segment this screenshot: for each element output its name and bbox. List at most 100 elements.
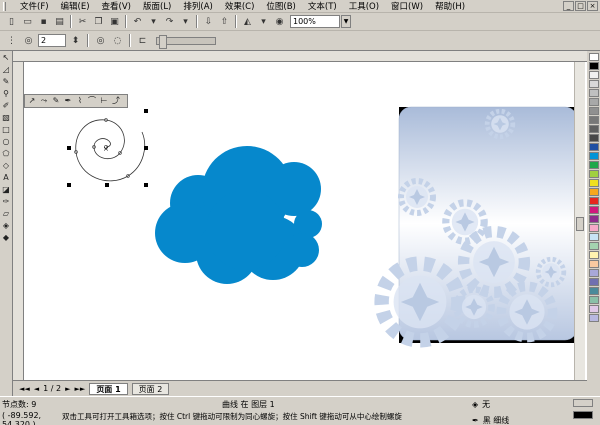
menu-help[interactable]: 帮助(H) [429, 0, 471, 12]
palette-swatch[interactable] [588, 53, 599, 61]
palette-swatch[interactable] [588, 179, 599, 187]
import-icon[interactable]: ⇩ [201, 14, 216, 29]
drawing-canvas[interactable]: × ↗ ⤳ ✎ ✒ ⌇ ⌒ ⊢ ⤴ [24, 62, 587, 380]
palette-swatch[interactable] [588, 296, 599, 304]
palette-swatch[interactable] [588, 161, 599, 169]
palette-swatch[interactable] [588, 278, 599, 286]
freehand-icon[interactable]: ↗ [27, 96, 37, 106]
knife-tool-icon[interactable]: ✎ [1, 77, 12, 87]
gradient-panel[interactable] [382, 106, 580, 343]
freehand-tool-icon[interactable]: ✐ [1, 101, 12, 111]
vertical-scrollbar[interactable] [574, 62, 585, 380]
outline-swatch[interactable] [573, 411, 593, 419]
spiral-object[interactable]: × [74, 118, 145, 182]
artistic-media-icon[interactable]: ✎ [51, 96, 61, 106]
palette-swatch[interactable] [588, 116, 599, 124]
eyedropper-tool-icon[interactable]: ✑ [1, 197, 12, 207]
close-button[interactable]: × [587, 1, 598, 11]
palette-swatch[interactable] [588, 62, 599, 70]
first-page-icon[interactable]: ◄◄ [19, 385, 30, 393]
undo-icon[interactable]: ↶ [130, 14, 145, 29]
palette-swatch[interactable] [588, 107, 599, 115]
menu-arrange[interactable]: 排列(A) [177, 0, 218, 12]
palette-swatch[interactable] [588, 98, 599, 106]
connector-icon[interactable]: ⤴ [111, 96, 121, 106]
last-page-icon[interactable]: ►► [75, 385, 86, 393]
pen-icon[interactable]: ✒ [63, 96, 73, 106]
palette-swatch[interactable] [588, 188, 599, 196]
palette-swatch[interactable] [588, 269, 599, 277]
palette-swatch[interactable] [588, 215, 599, 223]
minimize-button[interactable]: _ [563, 1, 574, 11]
spin-stepper-icon[interactable]: ⬍ [68, 33, 83, 48]
polygon-tool-icon[interactable]: ⬠ [1, 149, 12, 159]
menu-bitmaps[interactable]: 位图(B) [260, 0, 301, 12]
interactive-blend-tool-icon[interactable]: ◪ [1, 185, 12, 195]
tab-page-2[interactable]: 页面 2 [131, 382, 170, 395]
tab-page-1[interactable]: 页面 1 [89, 382, 128, 395]
outline-tool-icon[interactable]: ▱ [1, 209, 12, 219]
new-document-icon[interactable]: ▯ [4, 14, 19, 29]
open-folder-icon[interactable]: ▭ [20, 14, 35, 29]
menu-effects[interactable]: 效果(C) [219, 0, 261, 12]
vertical-ruler[interactable] [13, 62, 24, 380]
basic-shapes-tool-icon[interactable]: ◇ [1, 161, 12, 171]
menu-text[interactable]: 文本(T) [302, 0, 343, 12]
launcher-dropdown-icon[interactable]: ▾ [256, 14, 271, 29]
fill-indicator[interactable]: ◈ 无 [472, 399, 490, 410]
menu-file[interactable]: 文件(F) [14, 0, 55, 12]
palette-swatch[interactable] [588, 287, 599, 295]
paste-icon[interactable]: ▣ [107, 14, 122, 29]
zoom-dropdown-icon[interactable]: ▼ [341, 15, 351, 28]
corel-online-icon[interactable]: ◉ [272, 14, 287, 29]
restore-button[interactable]: □ [575, 1, 586, 11]
menubar-grip[interactable] [3, 2, 6, 11]
palette-swatch[interactable] [588, 152, 599, 160]
palette-swatch[interactable] [588, 305, 599, 313]
redo-icon[interactable]: ↷ [162, 14, 177, 29]
dimension-icon[interactable]: ⊢ [99, 96, 109, 106]
prev-page-icon[interactable]: ◄ [34, 385, 39, 393]
text-tool-icon[interactable]: A [1, 173, 12, 183]
print-icon[interactable]: ▤ [52, 14, 67, 29]
symmetrical-spiral-icon[interactable]: ◎ [93, 33, 108, 48]
save-icon[interactable]: ▪ [36, 14, 51, 29]
palette-swatch[interactable] [588, 71, 599, 79]
application-launcher-icon[interactable]: ◭ [240, 14, 255, 29]
three-point-curve-icon[interactable]: ⌒ [87, 96, 97, 106]
menu-window[interactable]: 窗口(W) [385, 0, 429, 12]
export-icon[interactable]: ⇧ [217, 14, 232, 29]
zoom-tool-icon[interactable]: ⚲ [1, 89, 12, 99]
shape-tool-icon[interactable]: ◿ [1, 65, 12, 75]
zoom-level-field[interactable]: 100% [290, 15, 340, 28]
smart-fill-tool-icon[interactable]: ▧ [1, 113, 12, 123]
menu-edit[interactable]: 编辑(E) [55, 0, 96, 12]
bezier-icon[interactable]: ⤳ [39, 96, 49, 106]
palette-swatch[interactable] [588, 134, 599, 142]
spiral-expansion-slider[interactable] [156, 34, 216, 49]
palette-swatch[interactable] [588, 233, 599, 241]
palette-swatch[interactable] [588, 80, 599, 88]
palette-swatch[interactable] [588, 89, 599, 97]
copy-icon[interactable]: ❐ [91, 14, 106, 29]
palette-swatch[interactable] [588, 224, 599, 232]
redo-dropdown-icon[interactable]: ▾ [178, 14, 193, 29]
fill-tool-icon[interactable]: ◈ [1, 221, 12, 231]
palette-swatch[interactable] [588, 143, 599, 151]
logarithmic-spiral-icon[interactable]: ◌ [110, 33, 125, 48]
cut-icon[interactable]: ✂ [75, 14, 90, 29]
interactive-fill-tool-icon[interactable]: ◆ [1, 233, 12, 243]
outline-indicator[interactable]: ✒ 黑 细线 [472, 411, 509, 425]
menu-layout[interactable]: 版面(L) [137, 0, 177, 12]
palette-swatch[interactable] [588, 197, 599, 205]
undo-dropdown-icon[interactable]: ▾ [146, 14, 161, 29]
ellipse-tool-icon[interactable]: ○ [1, 137, 12, 147]
scroll-thumb[interactable] [576, 217, 584, 231]
next-page-icon[interactable]: ► [65, 385, 70, 393]
palette-swatch[interactable] [588, 251, 599, 259]
fill-swatch[interactable] [573, 399, 593, 407]
palette-swatch[interactable] [588, 260, 599, 268]
palette-swatch[interactable] [588, 170, 599, 178]
palette-swatch[interactable] [588, 242, 599, 250]
palette-swatch[interactable] [588, 125, 599, 133]
